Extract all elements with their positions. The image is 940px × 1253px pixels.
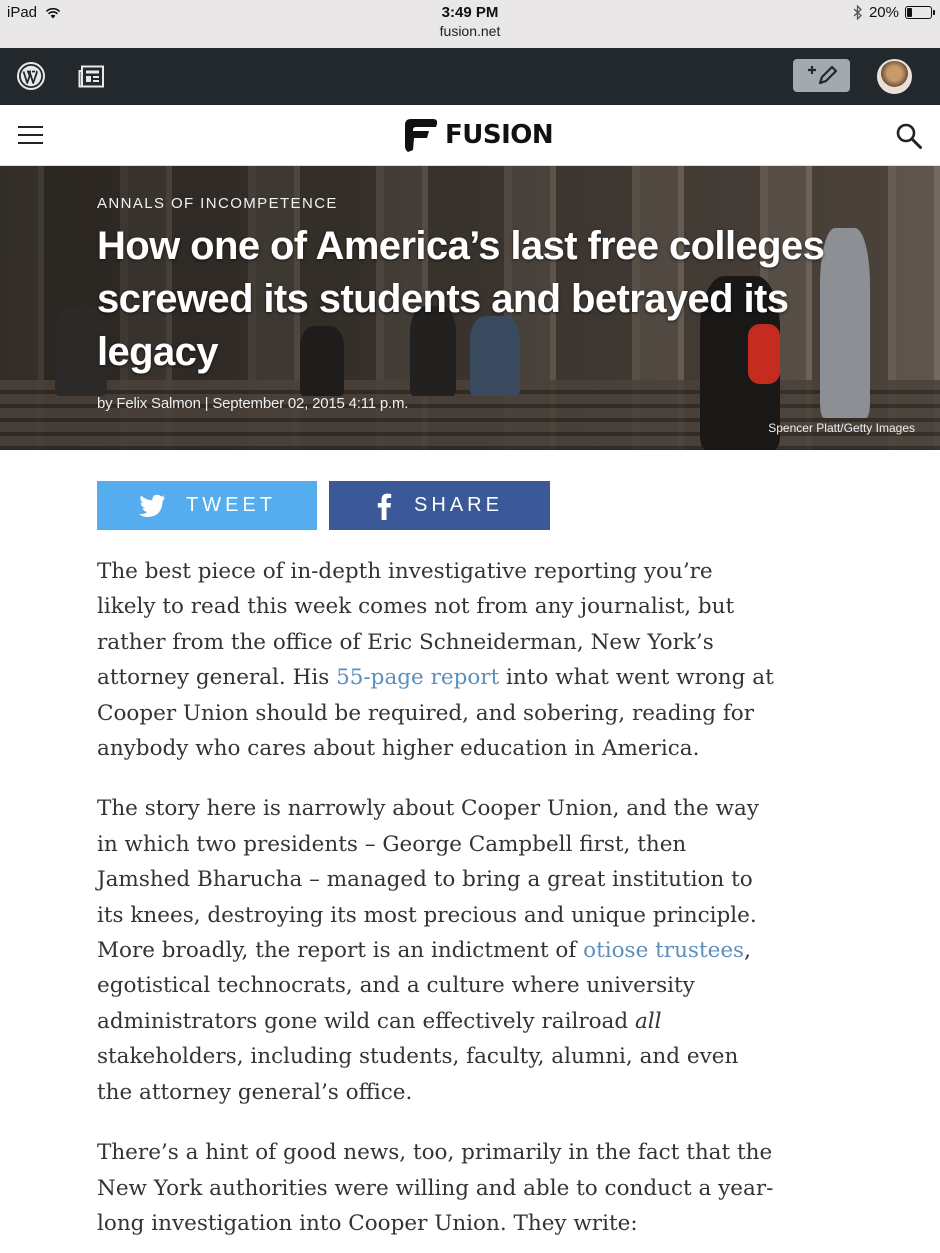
battery-icon [905, 6, 935, 19]
site-logo[interactable]: FUSION [403, 115, 554, 155]
avatar[interactable] [877, 59, 912, 94]
facebook-share-button[interactable]: SHARE [329, 481, 550, 530]
article-kicker[interactable]: ANNALS OF INCOMPETENCE [97, 195, 338, 212]
report-link[interactable]: 55-page report [336, 665, 499, 690]
article-body: The best piece of in-depth investigative… [97, 554, 777, 1253]
twitter-icon [139, 494, 165, 517]
status-right: 20% [853, 4, 935, 21]
bluetooth-icon [853, 5, 862, 20]
emphasis-text: all [634, 1008, 662, 1034]
status-center: 3:49 PM fusion.net [0, 3, 940, 40]
brand-name: FUSION [445, 120, 554, 150]
facebook-icon [377, 493, 392, 520]
article-paragraph: The best piece of in-depth investigative… [97, 554, 777, 766]
photo-credit: Spencer Platt/Getty Images [768, 421, 915, 435]
battery-percent: 20% [868, 4, 899, 21]
otiose-trustees-link[interactable]: otiose trustees [583, 938, 744, 963]
tweet-button[interactable]: TWEET [97, 481, 317, 530]
paragraph-text: stakeholders, including students, facult… [97, 1044, 739, 1105]
fusion-logo-icon [405, 119, 438, 152]
share-label: SHARE [414, 494, 503, 516]
admin-bar [0, 48, 940, 105]
search-icon[interactable] [895, 122, 923, 150]
write-post-icon [808, 65, 838, 85]
hero-image: ANNALS OF INCOMPETENCE How one of Americ… [0, 166, 940, 450]
write-post-button[interactable] [793, 59, 850, 92]
address-url[interactable]: fusion.net [0, 22, 940, 40]
article-byline: by Felix Salmon | September 02, 2015 4:1… [97, 395, 409, 412]
site-header: FUSION [0, 105, 940, 166]
status-bar: iPad 3:49 PM fusion.net 20% [0, 0, 940, 48]
menu-icon[interactable] [18, 126, 43, 146]
article-paragraph: There’s a hint of good news, too, primar… [97, 1140, 774, 1236]
clock: 3:49 PM [441, 4, 499, 21]
reader-icon[interactable] [78, 65, 105, 88]
tweet-label: TWEET [186, 494, 276, 516]
battery-level [907, 8, 912, 17]
wordpress-icon[interactable] [16, 61, 46, 91]
article-title: How one of America’s last free colleges … [97, 224, 825, 374]
article-paragraph: The story here is narrowly about Cooper … [97, 791, 777, 1110]
